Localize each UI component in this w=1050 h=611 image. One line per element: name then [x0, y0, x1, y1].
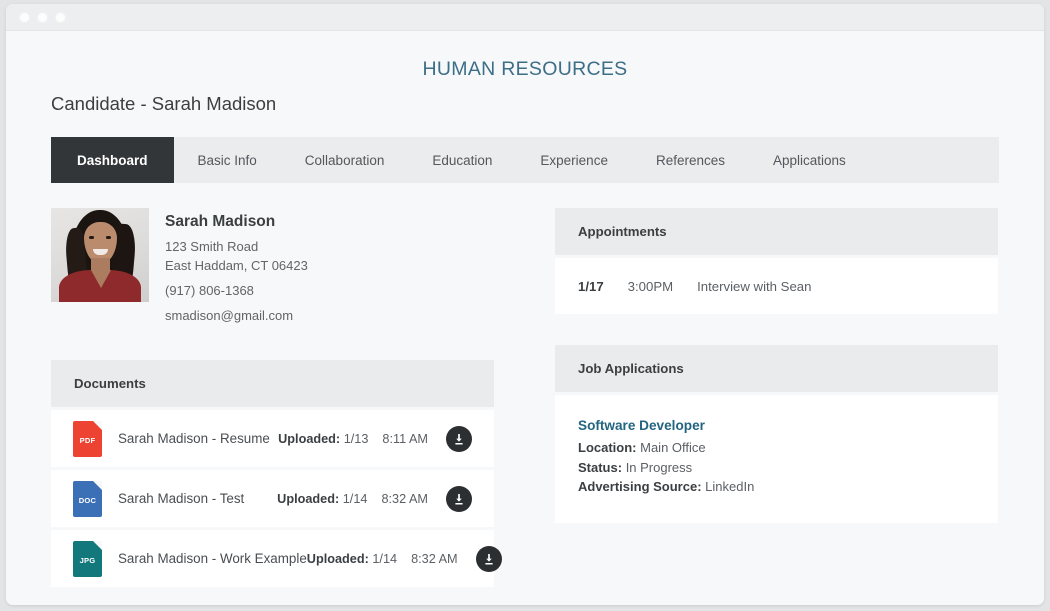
- uploaded-label: Uploaded:: [306, 551, 369, 566]
- job-position-link[interactable]: Software Developer: [578, 418, 975, 433]
- download-button[interactable]: [475, 545, 502, 572]
- page-fold-icon: [93, 420, 102, 430]
- table-row[interactable]: JPG Sarah Madison - Work Example Uploade…: [51, 530, 502, 587]
- tab-bar: Dashboard Basic Info Collaboration Educa…: [51, 137, 999, 183]
- documents-panel-title: Documents: [51, 360, 494, 407]
- download-icon: [455, 493, 463, 504]
- file-extension-label: JPG: [79, 556, 96, 565]
- tab-applications[interactable]: Applications: [749, 137, 870, 183]
- tab-references[interactable]: References: [632, 137, 749, 183]
- list-item: Software Developer Location: Main Office…: [578, 418, 975, 497]
- job-location-label: Location:: [578, 440, 637, 455]
- job-source-value: LinkedIn: [705, 479, 755, 494]
- job-status: Status: In Progress: [578, 458, 975, 478]
- tab-basic-info[interactable]: Basic Info: [174, 137, 281, 183]
- job-applications-panel-title: Job Applications: [555, 345, 998, 392]
- appointments-panel-body: 1/17 3:00PM Interview with Sean: [555, 258, 998, 314]
- uploaded-label: Uploaded:: [277, 491, 340, 506]
- appointments-panel-title: Appointments: [555, 208, 998, 255]
- browser-window: HUMAN RESOURCES Candidate - Sarah Madiso…: [6, 4, 1044, 605]
- page-fold-icon: [93, 480, 102, 490]
- job-source: Advertising Source: LinkedIn: [578, 477, 975, 497]
- download-icon: [455, 433, 463, 444]
- page-content: HUMAN RESOURCES Candidate - Sarah Madiso…: [6, 31, 1044, 605]
- window-titlebar: [6, 4, 1044, 31]
- document-name: Sarah Madison - Resume: [118, 431, 270, 446]
- minimize-dot[interactable]: [37, 11, 48, 23]
- download-icon: [485, 553, 493, 564]
- appointment-date: 1/17: [578, 278, 604, 294]
- job-status-label: Status:: [578, 459, 623, 475]
- job-status-value: In Progress: [625, 459, 693, 475]
- job-location-value: Main Office: [640, 440, 706, 455]
- profile-name: Sarah Madison: [165, 213, 276, 230]
- document-name: Sarah Madison - Test: [118, 491, 245, 506]
- tab-collaboration[interactable]: Collaboration: [281, 137, 409, 183]
- upload-date: 1/14: [342, 491, 368, 506]
- file-extension-label: PDF: [79, 436, 96, 445]
- appointment-description: Interview with Sean: [697, 278, 812, 294]
- table-row[interactable]: PDF Sarah Madison - Resume Uploaded: 1/1…: [51, 410, 494, 467]
- job-applications-panel-body: Software Developer Location: Main Office…: [555, 395, 998, 523]
- pdf-file-icon: PDF: [73, 420, 102, 457]
- upload-date: 1/14: [372, 551, 398, 566]
- upload-time: 8:11 AM: [382, 431, 428, 446]
- avatar-eye-right-icon: [106, 236, 111, 239]
- app-title: HUMAN RESOURCES: [422, 58, 628, 80]
- appointments-panel: Appointments 1/17 3:00PM Interview with …: [555, 208, 998, 314]
- profile-address-line1: 123 Smith Road: [165, 239, 259, 254]
- document-meta: Uploaded: 1/14 8:32 AM: [307, 552, 458, 566]
- profile-info: Sarah Madison 123 Smith Road East Haddam…: [165, 208, 308, 325]
- job-applications-panel: Job Applications Software Developer Loca…: [555, 345, 998, 523]
- avatar: [51, 208, 149, 302]
- profile-card: Sarah Madison 123 Smith Road East Haddam…: [51, 208, 494, 325]
- doc-file-icon: DOC: [73, 480, 102, 517]
- right-column: Appointments 1/17 3:00PM Interview with …: [555, 208, 998, 587]
- tab-dashboard[interactable]: Dashboard: [51, 137, 174, 183]
- document-meta: Uploaded: 1/13 8:11 AM: [278, 432, 428, 446]
- document-name: Sarah Madison - Work Example: [118, 551, 307, 566]
- profile-email[interactable]: smadison@gmail.com: [165, 306, 308, 325]
- upload-date: 1/13: [343, 431, 369, 446]
- page-fold-icon: [93, 540, 102, 550]
- appointment-time: 3:00PM: [627, 278, 674, 294]
- profile-address-line2: East Haddam, CT 06423: [165, 258, 308, 273]
- avatar-neckline-icon: [91, 270, 111, 288]
- table-row[interactable]: DOC Sarah Madison - Test Uploaded: 1/14 …: [51, 470, 494, 527]
- dashboard-columns: Sarah Madison 123 Smith Road East Haddam…: [51, 208, 1004, 587]
- tab-education[interactable]: Education: [408, 137, 516, 183]
- maximize-dot[interactable]: [55, 11, 66, 23]
- profile-phone: (917) 806-1368: [165, 283, 254, 298]
- document-meta: Uploaded: 1/14 8:32 AM: [277, 492, 428, 506]
- upload-time: 8:32 AM: [381, 491, 428, 506]
- close-dot[interactable]: [19, 11, 30, 23]
- upload-time: 8:32 AM: [411, 551, 458, 566]
- page-title: Candidate - Sarah Madison: [51, 93, 277, 114]
- documents-panel: Documents PDF Sarah Madison - Resume Upl…: [51, 360, 502, 587]
- job-source-label: Advertising Source:: [578, 479, 702, 494]
- jpg-file-icon: JPG: [73, 540, 102, 577]
- list-item[interactable]: 1/17 3:00PM Interview with Sean: [555, 258, 998, 314]
- job-location: Location: Main Office: [578, 438, 975, 458]
- uploaded-label: Uploaded:: [278, 431, 341, 446]
- tab-experience[interactable]: Experience: [516, 137, 632, 183]
- left-column: Sarah Madison 123 Smith Road East Haddam…: [51, 208, 502, 587]
- download-button[interactable]: [446, 425, 472, 452]
- file-extension-label: DOC: [78, 496, 97, 505]
- avatar-eye-left-icon: [89, 236, 94, 239]
- download-button[interactable]: [446, 485, 472, 512]
